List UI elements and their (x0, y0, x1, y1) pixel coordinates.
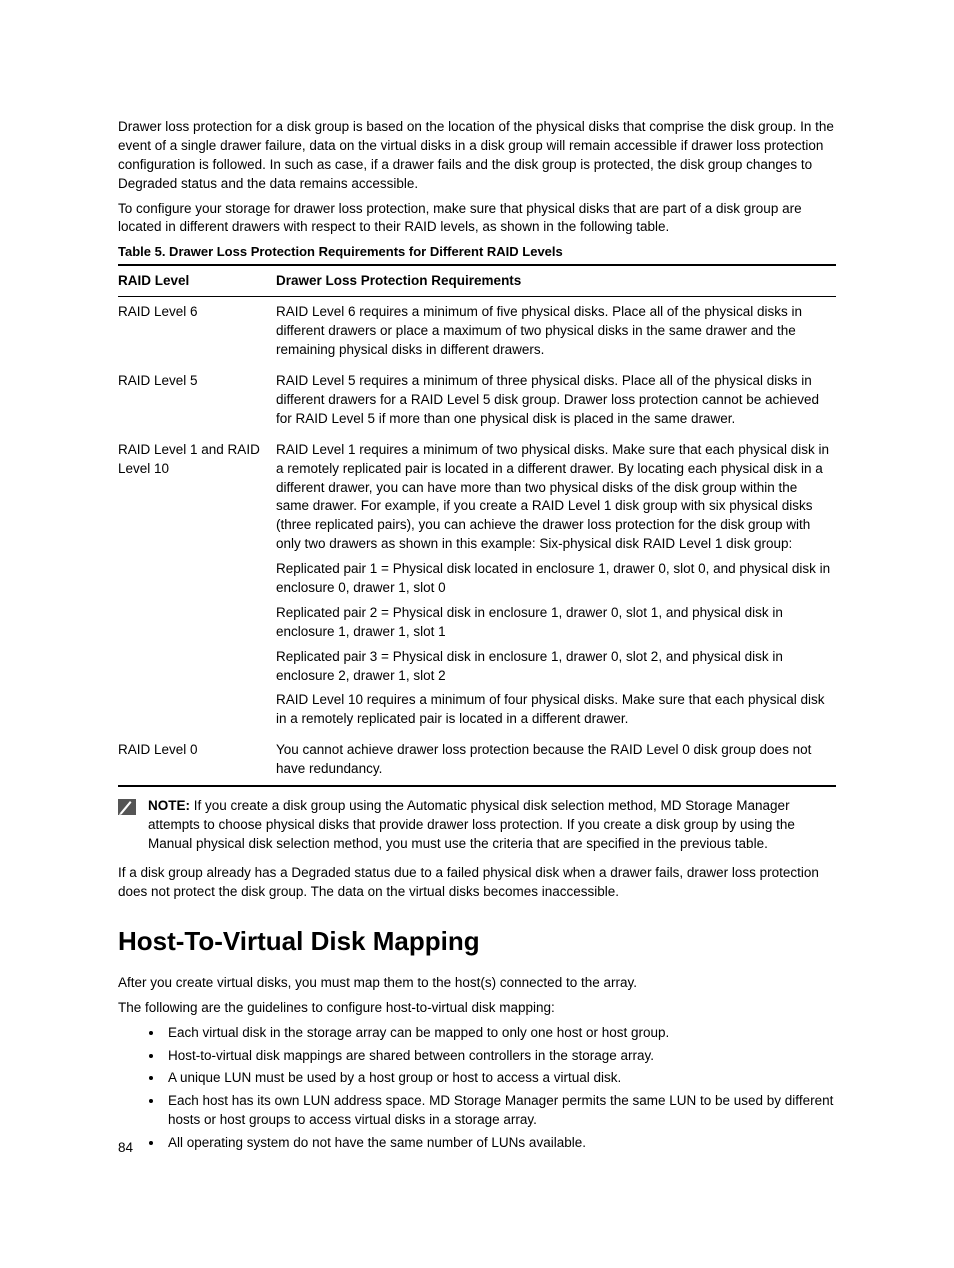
list-item: Each host has its own LUN address space.… (164, 1092, 836, 1130)
table-header-requirements: Drawer Loss Protection Requirements (276, 265, 836, 297)
requirement-text: Replicated pair 3 = Physical disk in enc… (276, 648, 832, 686)
table-header-raid-level: RAID Level (118, 265, 276, 297)
raid-level-cell: RAID Level 5 (118, 366, 276, 435)
requirements-cell: You cannot achieve drawer loss protectio… (276, 735, 836, 786)
note-body: If you create a disk group using the Aut… (148, 798, 795, 851)
requirement-text: RAID Level 5 requires a minimum of three… (276, 372, 832, 429)
raid-level-cell: RAID Level 6 (118, 297, 276, 366)
requirement-text: Replicated pair 2 = Physical disk in enc… (276, 604, 832, 642)
list-item: Host-to-virtual disk mappings are shared… (164, 1047, 836, 1066)
note-icon (118, 799, 136, 815)
document-page: Drawer loss protection for a disk group … (0, 0, 954, 1268)
requirement-text: RAID Level 10 requires a minimum of four… (276, 691, 832, 729)
requirements-cell: RAID Level 5 requires a minimum of three… (276, 366, 836, 435)
page-number: 84 (118, 1139, 133, 1158)
table-row: RAID Level 5 RAID Level 5 requires a min… (118, 366, 836, 435)
requirement-text: You cannot achieve drawer loss protectio… (276, 741, 832, 779)
table-caption: Table 5. Drawer Loss Protection Requirem… (118, 243, 836, 261)
table-row: RAID Level 0 You cannot achieve drawer l… (118, 735, 836, 786)
after-note-paragraph: If a disk group already has a Degraded s… (118, 864, 836, 902)
table-row: RAID Level 6 RAID Level 6 requires a min… (118, 297, 836, 366)
section-heading: Host-To-Virtual Disk Mapping (118, 923, 836, 959)
raid-level-cell: RAID Level 1 and RAID Level 10 (118, 435, 276, 735)
note-label: NOTE: (148, 798, 190, 813)
section-paragraph-1: After you create virtual disks, you must… (118, 974, 836, 993)
raid-requirements-table: RAID Level Drawer Loss Protection Requir… (118, 264, 836, 787)
list-item: Each virtual disk in the storage array c… (164, 1024, 836, 1043)
note-text: NOTE: If you create a disk group using t… (148, 797, 836, 854)
list-item: A unique LUN must be used by a host grou… (164, 1069, 836, 1088)
requirement-text: Replicated pair 1 = Physical disk locate… (276, 560, 832, 598)
guidelines-list: Each virtual disk in the storage array c… (118, 1024, 836, 1153)
list-item: All operating system do not have the sam… (164, 1134, 836, 1153)
raid-level-cell: RAID Level 0 (118, 735, 276, 786)
intro-paragraph-1: Drawer loss protection for a disk group … (118, 118, 836, 194)
requirements-cell: RAID Level 6 requires a minimum of five … (276, 297, 836, 366)
requirement-text: RAID Level 6 requires a minimum of five … (276, 303, 832, 360)
requirements-cell: RAID Level 1 requires a minimum of two p… (276, 435, 836, 735)
table-row: RAID Level 1 and RAID Level 10 RAID Leve… (118, 435, 836, 735)
section-paragraph-2: The following are the guidelines to conf… (118, 999, 836, 1018)
requirement-text: RAID Level 1 requires a minimum of two p… (276, 441, 832, 554)
intro-paragraph-2: To configure your storage for drawer los… (118, 200, 836, 238)
note-block: NOTE: If you create a disk group using t… (118, 797, 836, 854)
